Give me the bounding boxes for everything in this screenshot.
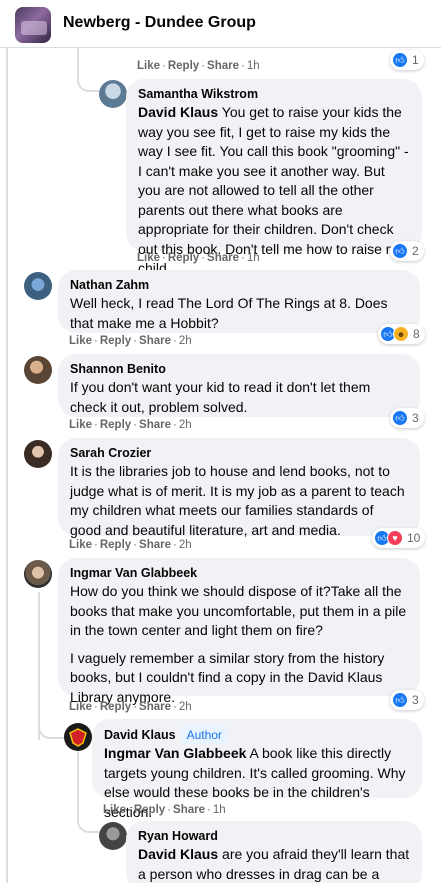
timestamp[interactable]: 1h: [247, 252, 260, 264]
reply-link[interactable]: Reply: [168, 60, 199, 72]
comment-bubble: Shannon Benito If you don't want your ki…: [58, 354, 420, 417]
thread-line-nested-top: [77, 48, 79, 68]
comment-bubble: Sarah Crozier It is the libraries job to…: [58, 438, 420, 538]
reply-link[interactable]: Reply: [100, 701, 131, 713]
timestamp[interactable]: 2h: [179, 701, 192, 713]
reaction-summary[interactable]: 👍︎ 3: [390, 408, 424, 428]
reaction-summary[interactable]: 👍︎ ☻ 8: [378, 324, 425, 344]
reply-link[interactable]: Reply: [100, 335, 131, 347]
timestamp[interactable]: 2h: [179, 419, 192, 431]
comment-bubble: Ryan Howard David Klaus are you afraid t…: [126, 821, 422, 883]
comment-text: David Klaus are you afraid they'll learn…: [138, 846, 410, 882]
reaction-summary[interactable]: 👍︎ 2: [390, 241, 424, 261]
comment-actions: Like · Reply · Share · 1h: [103, 804, 226, 816]
mention-link[interactable]: David Klaus: [138, 846, 218, 862]
comment-actions: Like · Reply · Share · 2h: [69, 701, 192, 713]
reply-link[interactable]: Reply: [100, 539, 131, 551]
avatar[interactable]: [24, 272, 52, 300]
comment-bubble: Samantha Wikstrom David Klaus You get to…: [126, 79, 422, 276]
comment-author[interactable]: Sarah Crozier: [70, 445, 408, 462]
reaction-summary[interactable]: 👍︎ 1: [390, 50, 424, 70]
thumbs-up-icon: 👍︎: [392, 243, 408, 259]
timestamp[interactable]: 1h: [213, 804, 226, 816]
comment-actions: Like · Reply · Share · 2h: [69, 419, 192, 431]
comment-bubble: Nathan Zahm Well heck, I read The Lord O…: [58, 270, 420, 333]
reaction-count: 8: [413, 327, 420, 341]
thumbs-up-icon: 👍︎: [392, 692, 408, 708]
comment-actions: Like · Reply · Share · 1h: [137, 60, 260, 72]
timestamp[interactable]: 2h: [179, 335, 192, 347]
share-link[interactable]: Share: [139, 335, 171, 347]
reply-connector: [38, 715, 64, 739]
reply-link[interactable]: Reply: [134, 804, 165, 816]
group-header: Newberg - Dundee Group: [0, 0, 441, 48]
comment-author[interactable]: Ryan Howard: [138, 828, 410, 845]
group-avatar[interactable]: [15, 7, 51, 43]
comment-text: It is the libraries job to house and len…: [70, 463, 405, 538]
mention-link[interactable]: David Klaus: [138, 104, 218, 120]
avatar[interactable]: [24, 560, 52, 588]
group-title[interactable]: Newberg - Dundee Group: [63, 14, 256, 32]
share-link[interactable]: Share: [173, 804, 205, 816]
reply-connector: [77, 66, 99, 92]
share-link[interactable]: Share: [139, 419, 171, 431]
author-badge: Author: [181, 726, 227, 744]
comment-text: I vaguely remember a similar story from …: [70, 649, 385, 705]
comment-actions: Like · Reply · Share · 2h: [69, 335, 192, 347]
thread-line-root: [6, 48, 8, 883]
comment-author[interactable]: Ingmar Van Glabbeek: [70, 565, 408, 582]
heart-icon: ♥: [387, 530, 403, 546]
comment-actions: Like · Reply · Share · 1h: [137, 252, 260, 264]
reaction-summary[interactable]: 👍︎ 3: [390, 690, 424, 710]
comment-actions: Like · Reply · Share · 2h: [69, 539, 192, 551]
avatar[interactable]: [99, 80, 127, 108]
thumbs-up-icon: 👍︎: [392, 52, 408, 68]
comment-bubble: Ingmar Van Glabbeek How do you think we …: [58, 558, 420, 705]
emblem-icon: [69, 728, 87, 747]
comment-text: How do you think we should dispose of it…: [70, 583, 407, 638]
reaction-count: 10: [407, 531, 421, 545]
reaction-count: 2: [412, 244, 419, 258]
share-link[interactable]: Share: [207, 60, 239, 72]
reaction-count: 3: [412, 411, 419, 425]
share-link[interactable]: Share: [207, 252, 239, 264]
thumbs-up-icon: 👍︎: [392, 410, 408, 426]
reaction-count: 3: [412, 693, 419, 707]
avatar[interactable]: [64, 723, 92, 751]
comment-text: Well heck, I read The Lord Of The Rings …: [70, 295, 388, 331]
reply-link[interactable]: Reply: [168, 252, 199, 264]
like-link[interactable]: Like: [137, 60, 160, 72]
reply-connector: [77, 805, 99, 833]
comment-author[interactable]: David Klaus: [104, 727, 176, 744]
like-link[interactable]: Like: [69, 335, 92, 347]
avatar[interactable]: [99, 822, 127, 850]
comment-text: If you don't want your kid to read it do…: [70, 379, 371, 415]
laughing-face-icon: ☻: [393, 326, 409, 342]
share-link[interactable]: Share: [139, 539, 171, 551]
like-link[interactable]: Like: [69, 419, 92, 431]
reply-link[interactable]: Reply: [100, 419, 131, 431]
like-link[interactable]: Like: [69, 539, 92, 551]
reaction-count: 1: [412, 53, 419, 67]
like-link[interactable]: Like: [137, 252, 160, 264]
mention-link[interactable]: Ingmar Van Glabbeek: [104, 745, 246, 761]
comment-author[interactable]: Nathan Zahm: [70, 277, 408, 294]
share-link[interactable]: Share: [139, 701, 171, 713]
like-link[interactable]: Like: [103, 804, 126, 816]
reaction-summary[interactable]: 👍︎ ♥ 10: [372, 528, 426, 548]
like-link[interactable]: Like: [69, 701, 92, 713]
comment-author[interactable]: Shannon Benito: [70, 361, 408, 378]
comment-bubble: David Klaus Author Ingmar Van Glabbeek A…: [92, 719, 422, 820]
avatar[interactable]: [24, 440, 52, 468]
timestamp[interactable]: 2h: [179, 539, 192, 551]
thread-line-david: [77, 748, 79, 808]
comment-author[interactable]: Samantha Wikstrom: [138, 86, 410, 103]
timestamp[interactable]: 1h: [247, 60, 260, 72]
avatar[interactable]: [24, 356, 52, 384]
